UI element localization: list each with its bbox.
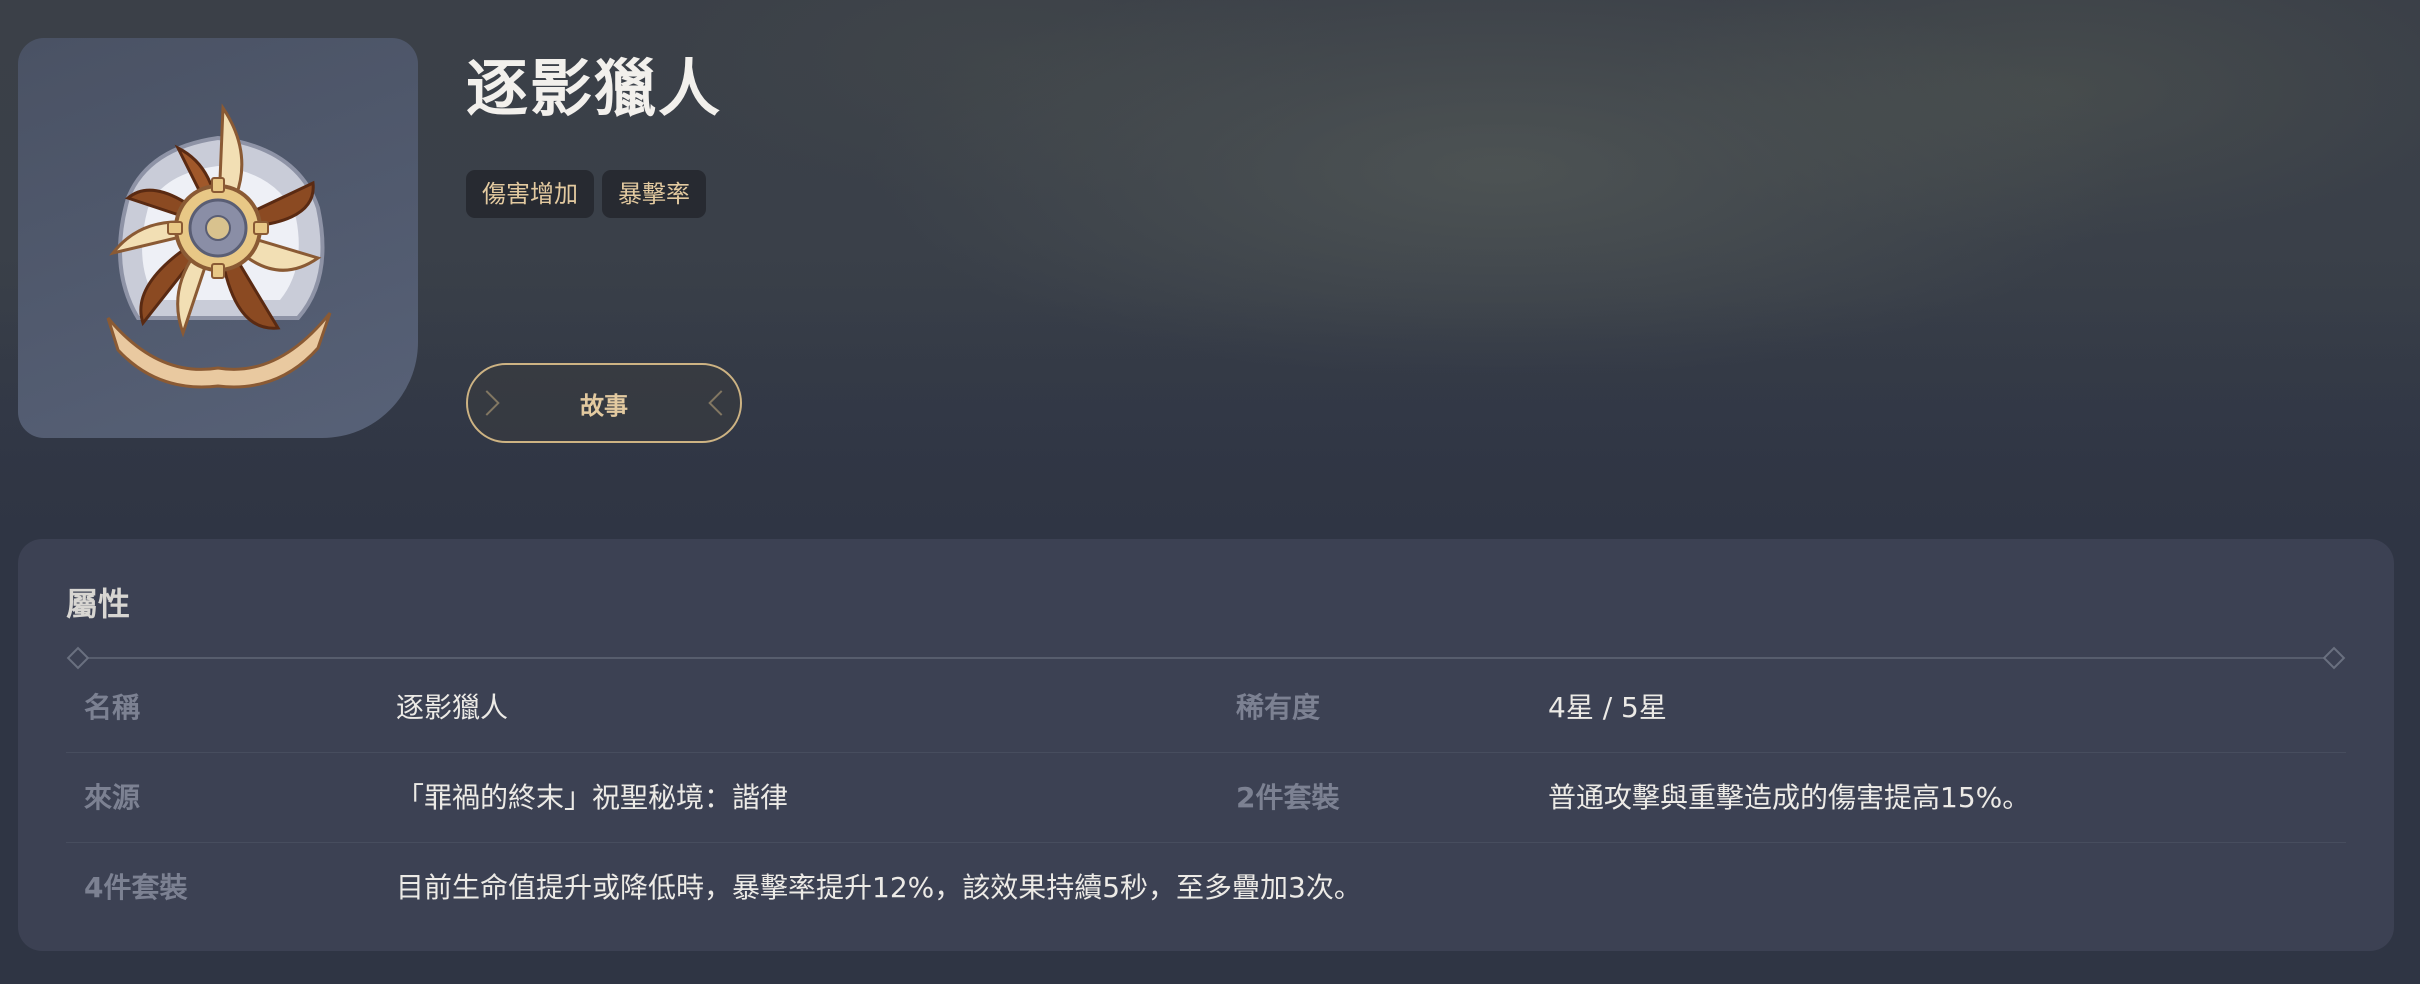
artifact-flower-icon <box>106 103 332 389</box>
two-piece-label: 2件套裝 <box>1236 781 1340 814</box>
rarity-label: 稀有度 <box>1236 691 1321 724</box>
attribute-row: 4件套裝 目前生命值提升或降低時，暴擊率提升12%，該效果持續5秒，至多疊加3次… <box>66 843 2346 933</box>
rarity-value: 4星 / 5星 <box>1548 691 1667 724</box>
chevron-left-icon <box>474 390 500 416</box>
tag-list: 傷害增加 暴擊率 <box>466 170 706 218</box>
four-piece-label: 4件套裝 <box>84 871 188 904</box>
name-value: 逐影獵人 <box>396 691 509 724</box>
four-piece-value: 目前生命值提升或降低時，暴擊率提升12%，該效果持續5秒，至多疊加3次。 <box>396 871 1362 904</box>
two-piece-value: 普通攻擊與重擊造成的傷害提高15%。 <box>1548 781 2031 814</box>
artifact-title: 逐影獵人 <box>466 52 723 125</box>
ornament-divider <box>66 646 2346 670</box>
attributes-heading: 屬性 <box>66 585 131 623</box>
story-button[interactable]: 故事 <box>466 363 742 443</box>
artifact-icon-card <box>18 38 418 438</box>
tag-damage-bonus: 傷害增加 <box>466 170 594 218</box>
tag-crit-rate: 暴擊率 <box>602 170 706 218</box>
attribute-row: 來源 「罪禍的終末」祝聖秘境：諧律 2件套裝 普通攻擊與重擊造成的傷害提高15%… <box>66 753 2346 843</box>
story-button-label: 故事 <box>580 391 628 420</box>
chevron-right-icon <box>708 390 734 416</box>
name-label: 名稱 <box>84 691 141 724</box>
attribute-row: 名稱 逐影獵人 稀有度 4星 / 5星 <box>66 663 2346 753</box>
attributes-panel: 屬性 名稱 逐影獵人 稀有度 4星 / 5星 來源 「罪禍的終末」祝聖秘境：諧律… <box>18 539 2394 951</box>
source-value: 「罪禍的終末」祝聖秘境：諧律 <box>396 781 789 814</box>
source-label: 來源 <box>84 781 141 814</box>
